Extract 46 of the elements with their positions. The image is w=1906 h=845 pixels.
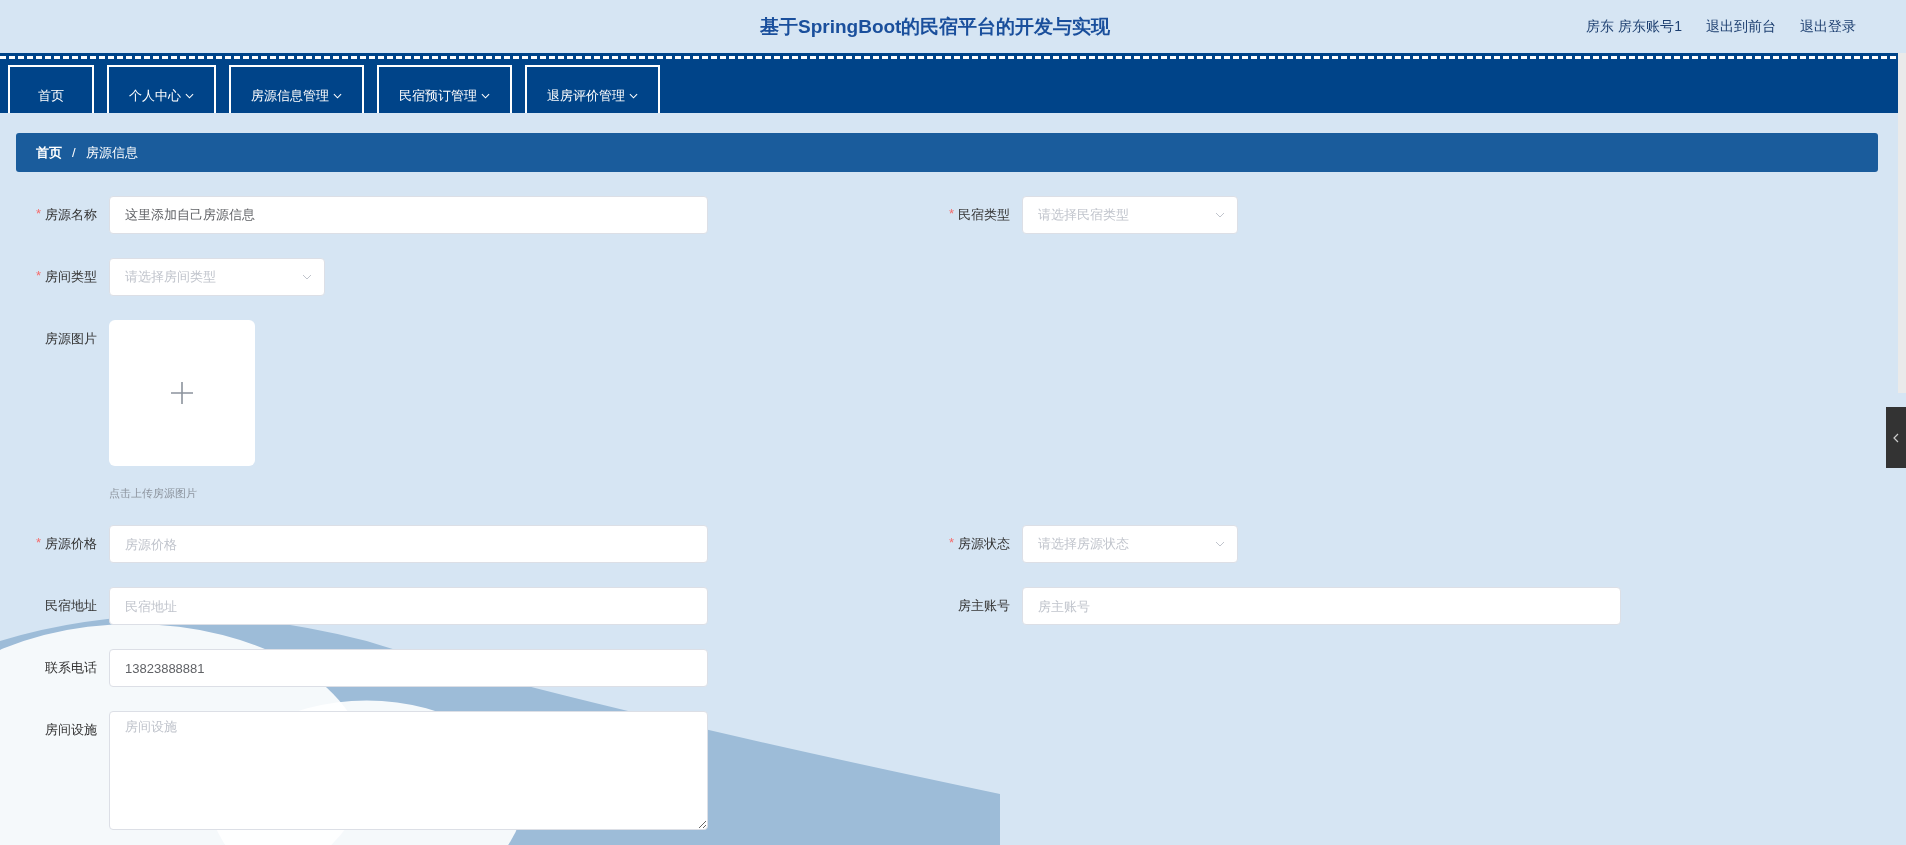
chevron-down-icon [481,93,490,99]
field-label: 房源状态 [958,535,1010,553]
field-label: 民宿类型 [958,206,1010,224]
breadcrumb-item[interactable]: 房源信息 [85,143,138,162]
required-mark: * [948,535,954,552]
text-field[interactable]: 房源价格 [109,525,708,563]
field-label: 房间设施 [45,721,97,739]
required-mark: * [35,535,41,552]
chevron-down-icon [629,93,638,99]
plus-icon [170,381,194,405]
field-label: 房间类型 [45,268,97,286]
nav-tab[interactable]: 个人中心 [107,65,216,113]
chevron-down-icon [333,93,342,99]
nav-tab[interactable]: 民宿预订管理 [377,65,512,113]
text-field[interactable]: 民宿地址 [109,587,708,625]
text-field[interactable]: 房主账号 [1022,587,1621,625]
chevron-down-icon [302,274,312,280]
field-label: 民宿地址 [45,597,97,615]
breadcrumb-item[interactable]: 首页 [36,143,62,162]
chevron-left-icon [1893,432,1899,443]
chevron-down-icon [1215,212,1225,218]
image-upload-button[interactable] [109,320,255,466]
chevron-down-icon [185,93,194,99]
upload-hint: 点击上传房源图片 [109,486,198,501]
breadcrumb-separator: / [72,145,76,160]
field-label: 房源图片 [45,330,97,348]
header-link[interactable]: 房东 房东账号1 [1586,17,1682,36]
nav-tab[interactable]: 退房评价管理 [525,65,660,113]
text-area[interactable]: 房间设施 [109,711,708,830]
nav-tab[interactable]: 首页 [8,65,94,113]
header-link[interactable]: 退出登录 [1800,17,1856,36]
field-label: 房主账号 [958,597,1010,615]
field-label: 房源名称 [45,206,97,224]
scrollbar[interactable] [1898,53,1906,393]
text-field[interactable]: 这里添加自己房源信息 [109,196,708,234]
text-field[interactable]: 13823888881 [109,649,708,687]
required-mark: * [35,268,41,285]
header-link[interactable]: 退出到前台 [1706,17,1776,36]
field-label: 联系电话 [45,659,97,677]
nav-tab[interactable]: 房源信息管理 [229,65,364,113]
required-mark: * [948,206,954,223]
chevron-down-icon [1215,541,1225,547]
site-title: 基于SpringBoot的民宿平台的开发与实现 [760,14,1111,39]
required-mark: * [35,206,41,223]
side-panel-toggle[interactable] [1886,407,1906,468]
field-label: 房源价格 [45,535,97,553]
